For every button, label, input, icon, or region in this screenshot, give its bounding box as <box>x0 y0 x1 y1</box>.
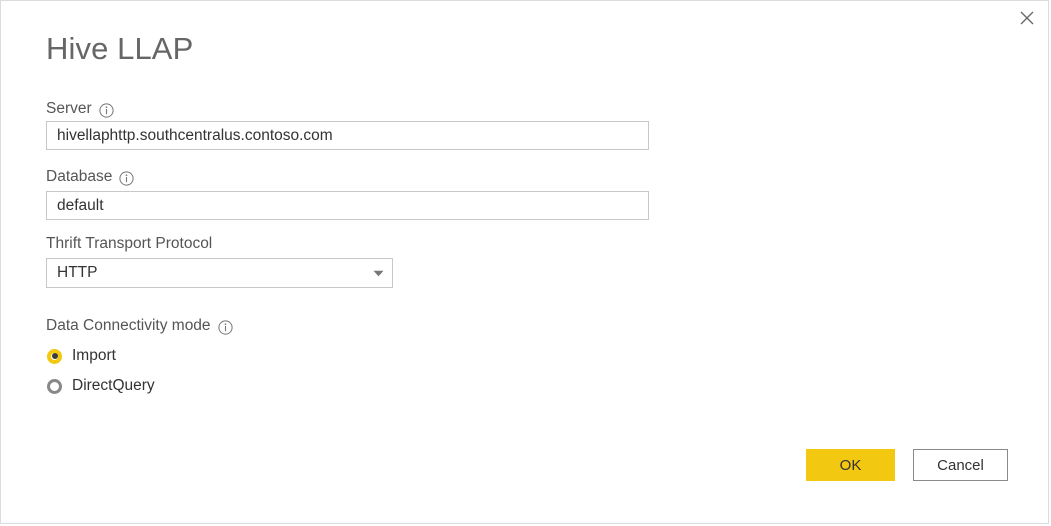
radio-import[interactable]: Import <box>47 347 116 365</box>
info-icon[interactable] <box>217 319 233 335</box>
radio-unselected-icon <box>47 378 62 394</box>
radio-selected-icon <box>47 348 62 364</box>
thrift-transport-protocol-value: HTTP <box>57 264 98 281</box>
radio-import-label: Import <box>72 347 116 364</box>
chevron-down-icon <box>364 270 392 277</box>
cancel-button[interactable]: Cancel <box>913 449 1008 481</box>
server-label-text: Server <box>46 100 92 117</box>
close-icon <box>1020 11 1034 25</box>
page-title: Hive LLAP <box>46 31 194 66</box>
close-button[interactable] <box>1004 1 1048 34</box>
data-connectivity-mode-label: Data Connectivity mode <box>46 316 233 336</box>
server-label: Server <box>46 99 114 119</box>
thrift-transport-protocol-select[interactable]: HTTP <box>46 258 393 288</box>
database-input[interactable] <box>46 191 649 220</box>
radio-directquery-label: DirectQuery <box>72 377 155 394</box>
thrift-transport-protocol-label-text: Thrift Transport Protocol <box>46 235 213 252</box>
data-connectivity-mode-label-text: Data Connectivity mode <box>46 317 211 334</box>
database-label-text: Database <box>46 168 113 185</box>
server-input[interactable] <box>46 121 649 150</box>
database-label: Database <box>46 167 134 187</box>
thrift-transport-protocol-label: Thrift Transport Protocol <box>46 234 212 254</box>
radio-directquery[interactable]: DirectQuery <box>47 377 155 395</box>
info-icon[interactable] <box>119 170 134 186</box>
hive-llap-connection-dialog: Hive LLAP Server Database Thrift Transpo… <box>0 0 1049 524</box>
info-icon[interactable] <box>99 102 114 118</box>
ok-button[interactable]: OK <box>806 449 895 481</box>
